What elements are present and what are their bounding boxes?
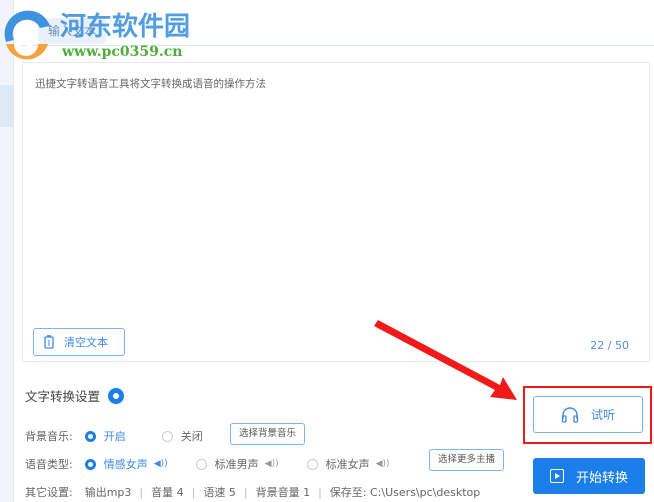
red-arrow-annotation	[374, 320, 517, 400]
